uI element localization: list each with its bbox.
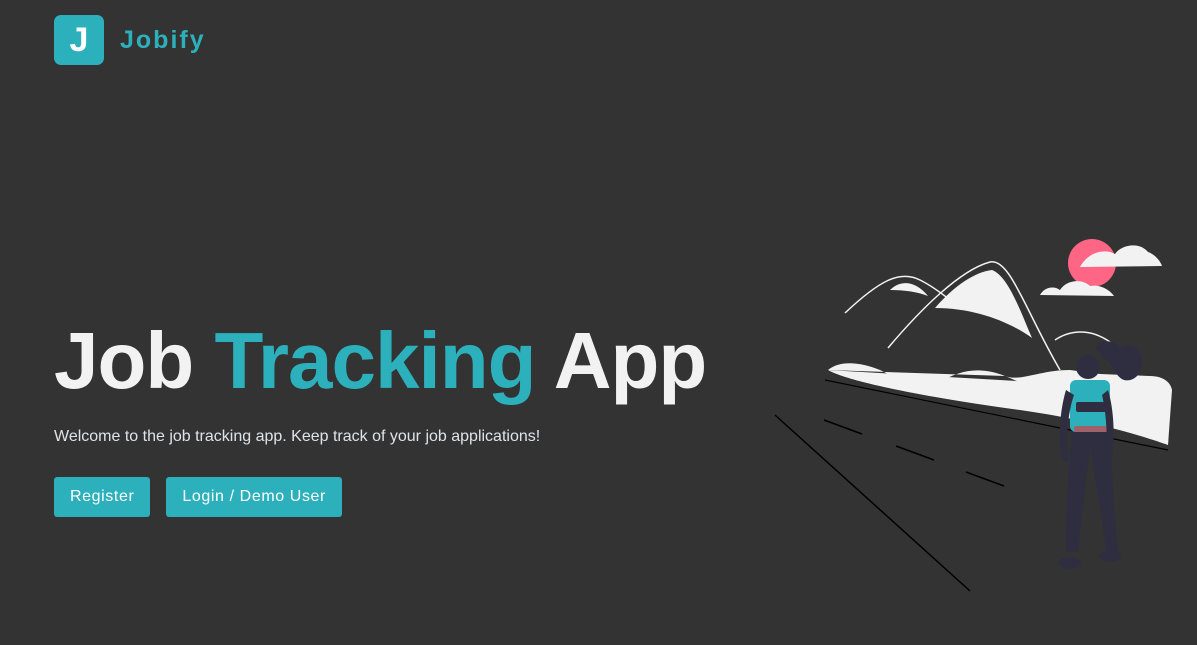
title-part1: Job [54,316,215,405]
navbar: J Jobify [54,15,206,65]
hiker-belt [1074,426,1108,432]
mountain-peak [935,270,1032,338]
hero-actions: Register Login / Demo User [54,477,774,517]
brand-name: Jobify [120,25,206,54]
register-button[interactable]: Register [54,477,151,517]
hiker-head [1076,355,1100,379]
hiker-mountains-illustration-icon [774,239,1172,592]
mountain-peak [890,283,928,296]
road-edge-line [774,414,971,592]
title-accent: Tracking [214,316,536,405]
road-dash [965,471,1005,487]
road-dash [895,445,935,461]
backpack-strap [1076,402,1106,412]
logo-icon[interactable]: J [54,15,104,65]
road-dash [823,419,863,435]
hero-section: Job Tracking App Welcome to the job trac… [54,316,774,517]
hiker-foot [1099,550,1121,562]
mountain-outline [1054,331,1111,343]
hero-subtitle: Welcome to the job tracking app. Keep tr… [54,428,541,445]
mountain-outline [844,275,951,314]
landing-page: J Jobify Job Tracking App Welcome to the… [0,0,1197,645]
logo-letter: J [69,20,89,59]
page-title: Job Tracking App [54,316,774,406]
hiker-foot [1059,557,1081,569]
hiker-legs [1066,432,1118,552]
login-demo-button[interactable]: Login / Demo User [166,477,342,517]
title-part2: App [535,316,708,405]
